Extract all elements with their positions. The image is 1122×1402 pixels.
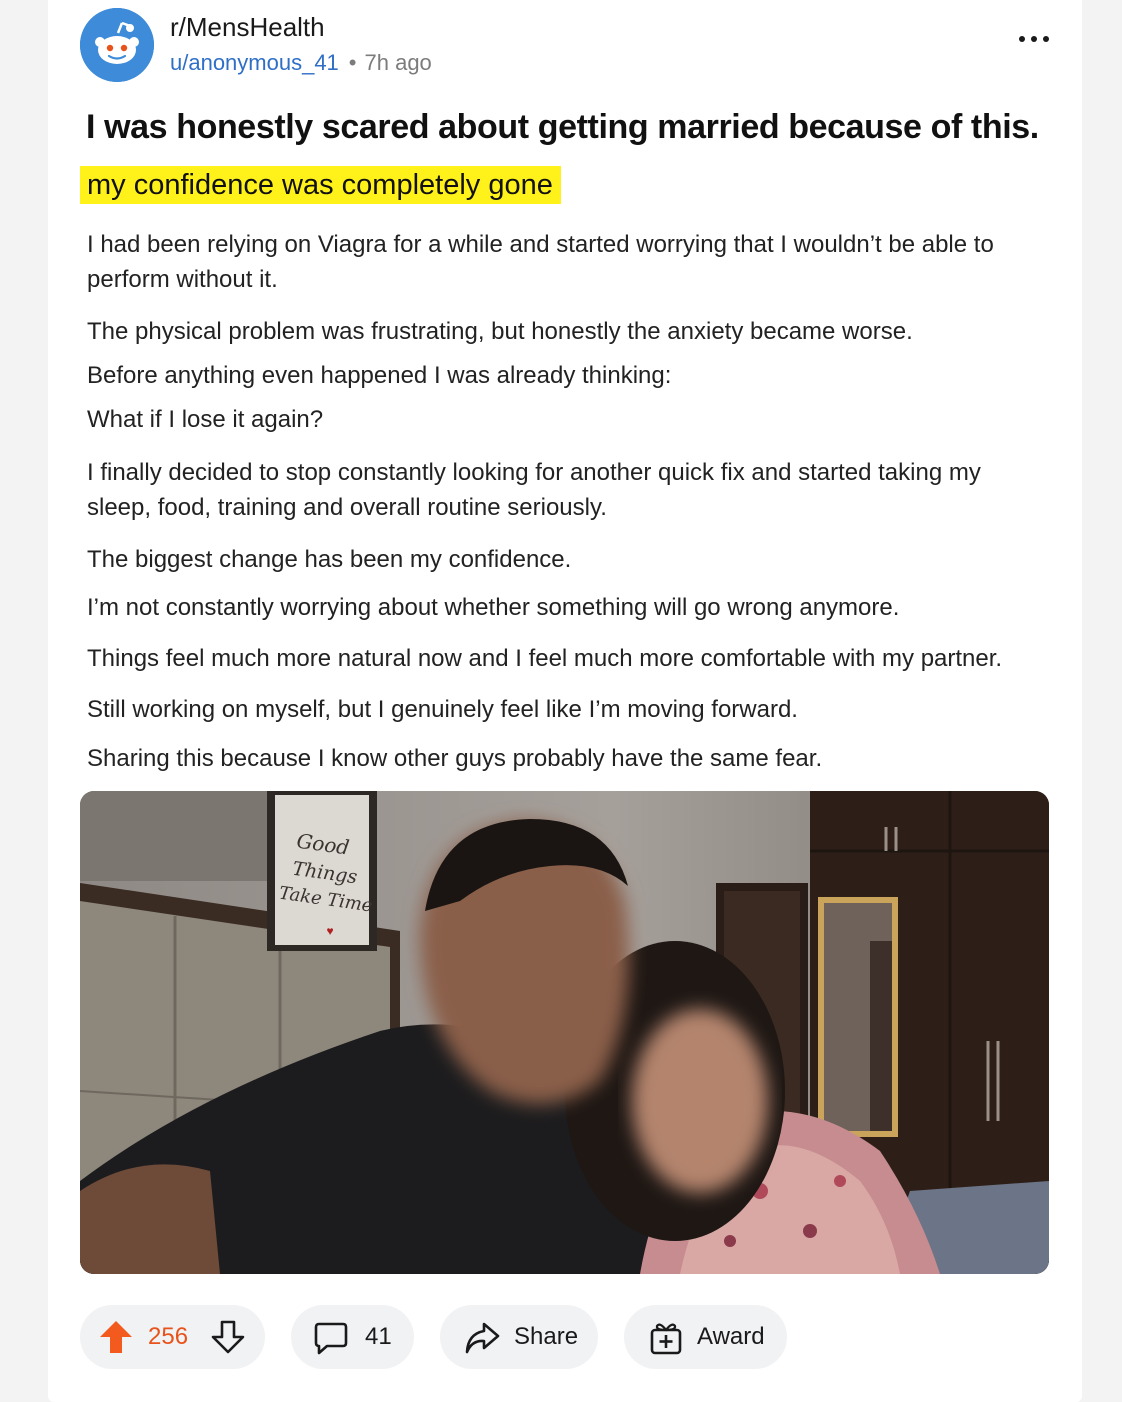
reddit-snoo-icon (80, 8, 154, 82)
post-image[interactable]: Good Things Take Time ♥ (80, 791, 1049, 1274)
author-username[interactable]: u/anonymous_41 (170, 50, 339, 75)
post-meta: u/anonymous_41 • 7h ago (170, 50, 432, 76)
vote-count: 256 (148, 1323, 189, 1350)
post-paragraph: I finally decided to stop constantly loo… (87, 459, 981, 521)
subreddit-name[interactable]: r/MensHealth (170, 12, 325, 43)
downvote-arrow-icon[interactable] (210, 1319, 246, 1355)
post-paragraph: Before anything even happened I was alre… (87, 362, 672, 389)
post-paragraph: I had been relying on Viagra for a while… (87, 231, 994, 293)
post-paragraph: The physical problem was frustrating, bu… (87, 318, 913, 345)
comment-count: 41 (365, 1323, 392, 1350)
blurred-face (632, 1009, 768, 1193)
svg-text:♥: ♥ (326, 924, 333, 938)
award-gift-icon (650, 1323, 682, 1355)
share-arrow-icon (465, 1322, 500, 1354)
highlighted-subtitle: my confidence was completely gone (80, 166, 561, 204)
post-paragraph: Things feel much more natural now and I … (87, 645, 1003, 672)
post-paragraph: The biggest change has been my confidenc… (87, 546, 572, 573)
comment-bubble-icon (314, 1322, 348, 1355)
post-actions: 256 41 Share Award (80, 1305, 1040, 1369)
meta-separator: • (348, 50, 357, 75)
post-paragraph: What if I lose it again? (87, 406, 324, 433)
post-paragraph: Sharing this because I know other guys p… (87, 745, 823, 772)
share-button[interactable]: Share (440, 1305, 598, 1369)
award-label: Award (697, 1323, 765, 1350)
post-header: r/MensHealth u/anonymous_41 • 7h ago (80, 8, 1060, 86)
post-title[interactable]: I was honestly scared about getting marr… (86, 108, 1039, 147)
more-options-icon[interactable] (1016, 28, 1052, 52)
post-paragraph: I’m not constantly worrying about whethe… (87, 594, 900, 621)
post-paragraph: Still working on myself, but I genuinely… (87, 696, 798, 723)
share-label: Share (514, 1323, 579, 1350)
subreddit-avatar[interactable] (80, 8, 154, 82)
award-button[interactable]: Award (624, 1305, 787, 1369)
comments-button[interactable]: 41 (291, 1305, 414, 1369)
vote-control: 256 (80, 1305, 265, 1369)
upvote-arrow-icon[interactable] (98, 1319, 134, 1355)
post-time: 7h ago (364, 50, 432, 75)
